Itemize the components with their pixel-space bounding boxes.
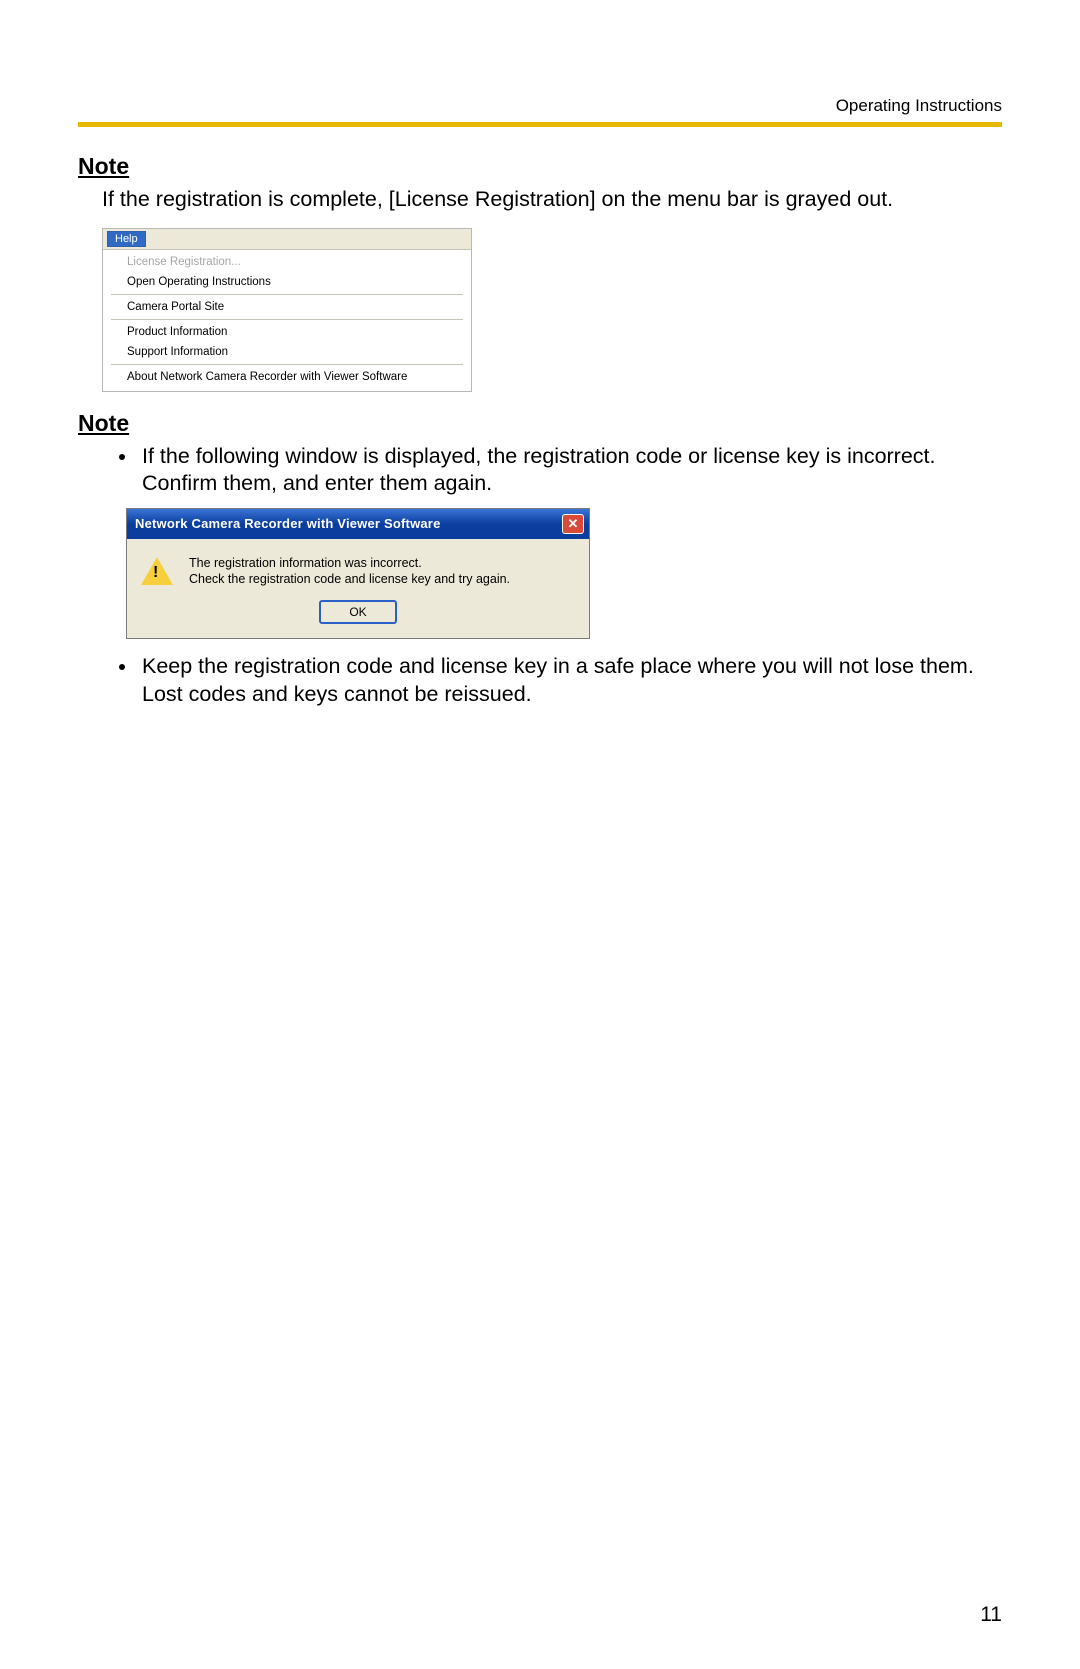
warning-icon [141,557,173,585]
help-menu-screenshot: Help License Registration... Open Operat… [102,228,472,392]
menu-item-about[interactable]: About Network Camera Recorder with Viewe… [103,367,471,387]
error-dialog-screenshot: Network Camera Recorder with Viewer Soft… [126,508,590,640]
dialog-message-line2: Check the registration code and license … [189,572,510,586]
menu-item-product-info[interactable]: Product Information [103,322,471,342]
menu-separator [111,364,463,365]
dialog-body: The registration information was incorre… [127,539,589,601]
menu-item-support-info[interactable]: Support Information [103,342,471,362]
note-2-bullet-1: If the following window is displayed, th… [138,443,1002,498]
help-dropdown: License Registration... Open Operating I… [103,250,471,391]
document-page: Operating Instructions Note If the regis… [0,0,1080,1669]
note-1-text: If the registration is complete, [Licens… [102,186,1002,214]
close-icon[interactable]: ✕ [562,514,584,534]
note-2-list-cont: Keep the registration code and license k… [78,653,1002,708]
note-heading-2: Note [78,410,1002,437]
ok-button[interactable]: OK [319,600,397,624]
menu-item-license-registration: License Registration... [103,252,471,272]
menu-separator [111,319,463,320]
dialog-titlebar: Network Camera Recorder with Viewer Soft… [127,509,589,539]
help-menu-button[interactable]: Help [107,231,146,247]
menu-item-camera-portal[interactable]: Camera Portal Site [103,297,471,317]
running-header: Operating Instructions [78,96,1002,116]
bullet2-line2: Lost codes and keys cannot be reissued. [142,682,532,706]
page-number: 11 [980,1603,1002,1627]
dialog-title: Network Camera Recorder with Viewer Soft… [135,516,562,531]
dialog-message: The registration information was incorre… [189,555,510,589]
header-rule [78,122,1002,127]
bullet2-line1: Keep the registration code and license k… [142,654,974,678]
dialog-footer: OK [127,600,589,638]
menu-item-open-instructions[interactable]: Open Operating Instructions [103,272,471,292]
note-heading-1: Note [78,153,1002,180]
note-2-list: If the following window is displayed, th… [78,443,1002,498]
menu-separator [111,294,463,295]
note-2-bullet-2: Keep the registration code and license k… [138,653,1002,708]
dialog-message-line1: The registration information was incorre… [189,556,422,570]
menu-bar: Help [103,229,471,250]
